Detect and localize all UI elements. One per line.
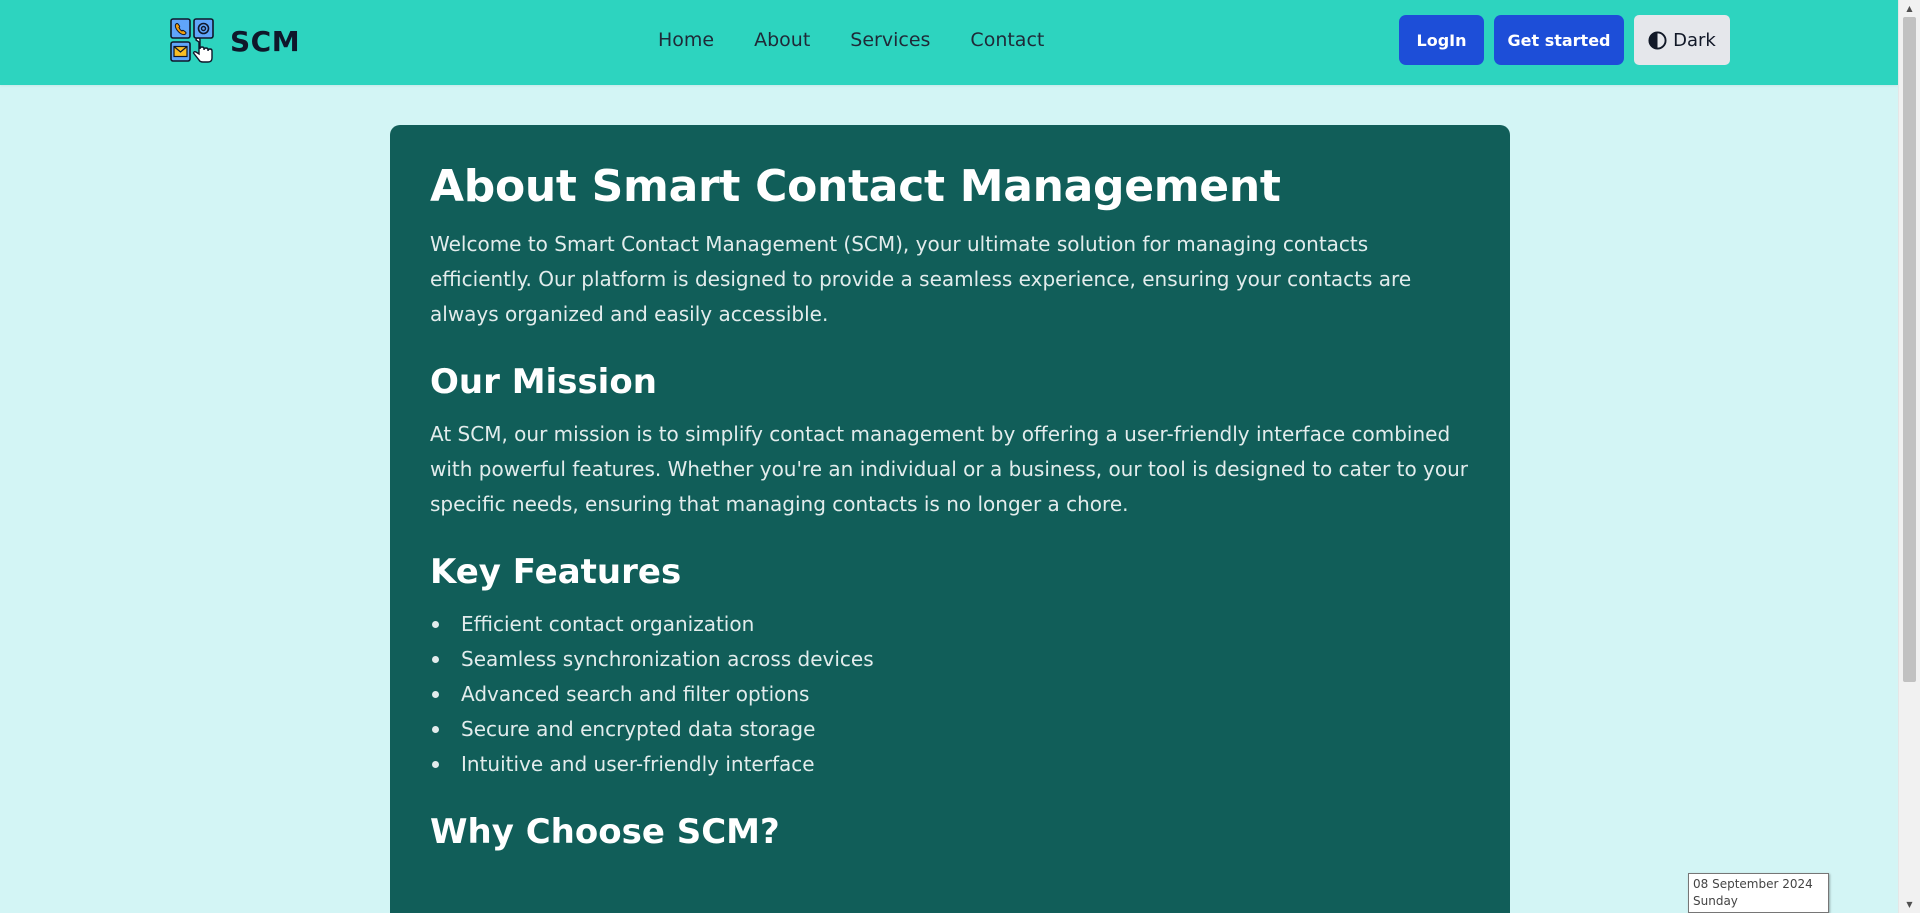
tooltip-day: Sunday [1693, 894, 1738, 908]
login-button[interactable]: LogIn [1399, 15, 1484, 65]
why-heading: Why Choose SCM? [430, 811, 780, 852]
mission-paragraph: At SCM, our mission is to simplify conta… [430, 422, 1469, 517]
scroll-up-arrow-icon[interactable]: ▲ [1899, 0, 1920, 17]
nav-link-about[interactable]: About [754, 29, 810, 51]
contact-management-logo-icon [170, 18, 214, 63]
list-item: Intuitive and user-friendly interface [430, 747, 1470, 782]
scrollbar-thumb[interactable] [1903, 17, 1916, 682]
theme-toggle-button[interactable]: Dark [1634, 15, 1730, 65]
intro-paragraph: Welcome to Smart Contact Management (SCM… [430, 232, 1412, 327]
scroll-down-arrow-icon[interactable]: ▼ [1899, 896, 1920, 913]
page-title: About Smart Contact Management [430, 161, 1281, 212]
get-started-button[interactable]: Get started [1494, 15, 1624, 65]
nav-links: Home About Services Contact [658, 29, 1044, 51]
nav-link-contact[interactable]: Contact [970, 29, 1044, 51]
brand[interactable]: SCM [170, 18, 300, 64]
vertical-scrollbar[interactable]: ▲ ▼ [1898, 0, 1920, 913]
list-item: Secure and encrypted data storage [430, 712, 1470, 747]
nav-link-home[interactable]: Home [658, 29, 714, 51]
date-tooltip: 08 September 2024 Sunday [1688, 873, 1829, 913]
theme-toggle-label: Dark [1673, 29, 1716, 51]
tooltip-date: 08 September 2024 [1693, 877, 1813, 891]
list-item: Advanced search and filter options [430, 677, 1470, 712]
half-circle-contrast-icon [1648, 30, 1667, 50]
nav-actions: LogIn Get started Dark [1399, 15, 1730, 65]
nav-link-services[interactable]: Services [850, 29, 930, 51]
list-item: Efficient contact organization [430, 607, 1470, 642]
list-item: Seamless synchronization across devices [430, 642, 1470, 677]
brand-name: SCM [230, 24, 301, 58]
about-card: About Smart Contact Management Welcome t… [390, 125, 1510, 913]
navbar: SCM Home About Services Contact LogIn Ge… [0, 0, 1898, 85]
mission-heading: Our Mission [430, 362, 657, 403]
features-heading: Key Features [430, 552, 682, 593]
feature-list: Efficient contact organization Seamless … [430, 607, 1470, 782]
